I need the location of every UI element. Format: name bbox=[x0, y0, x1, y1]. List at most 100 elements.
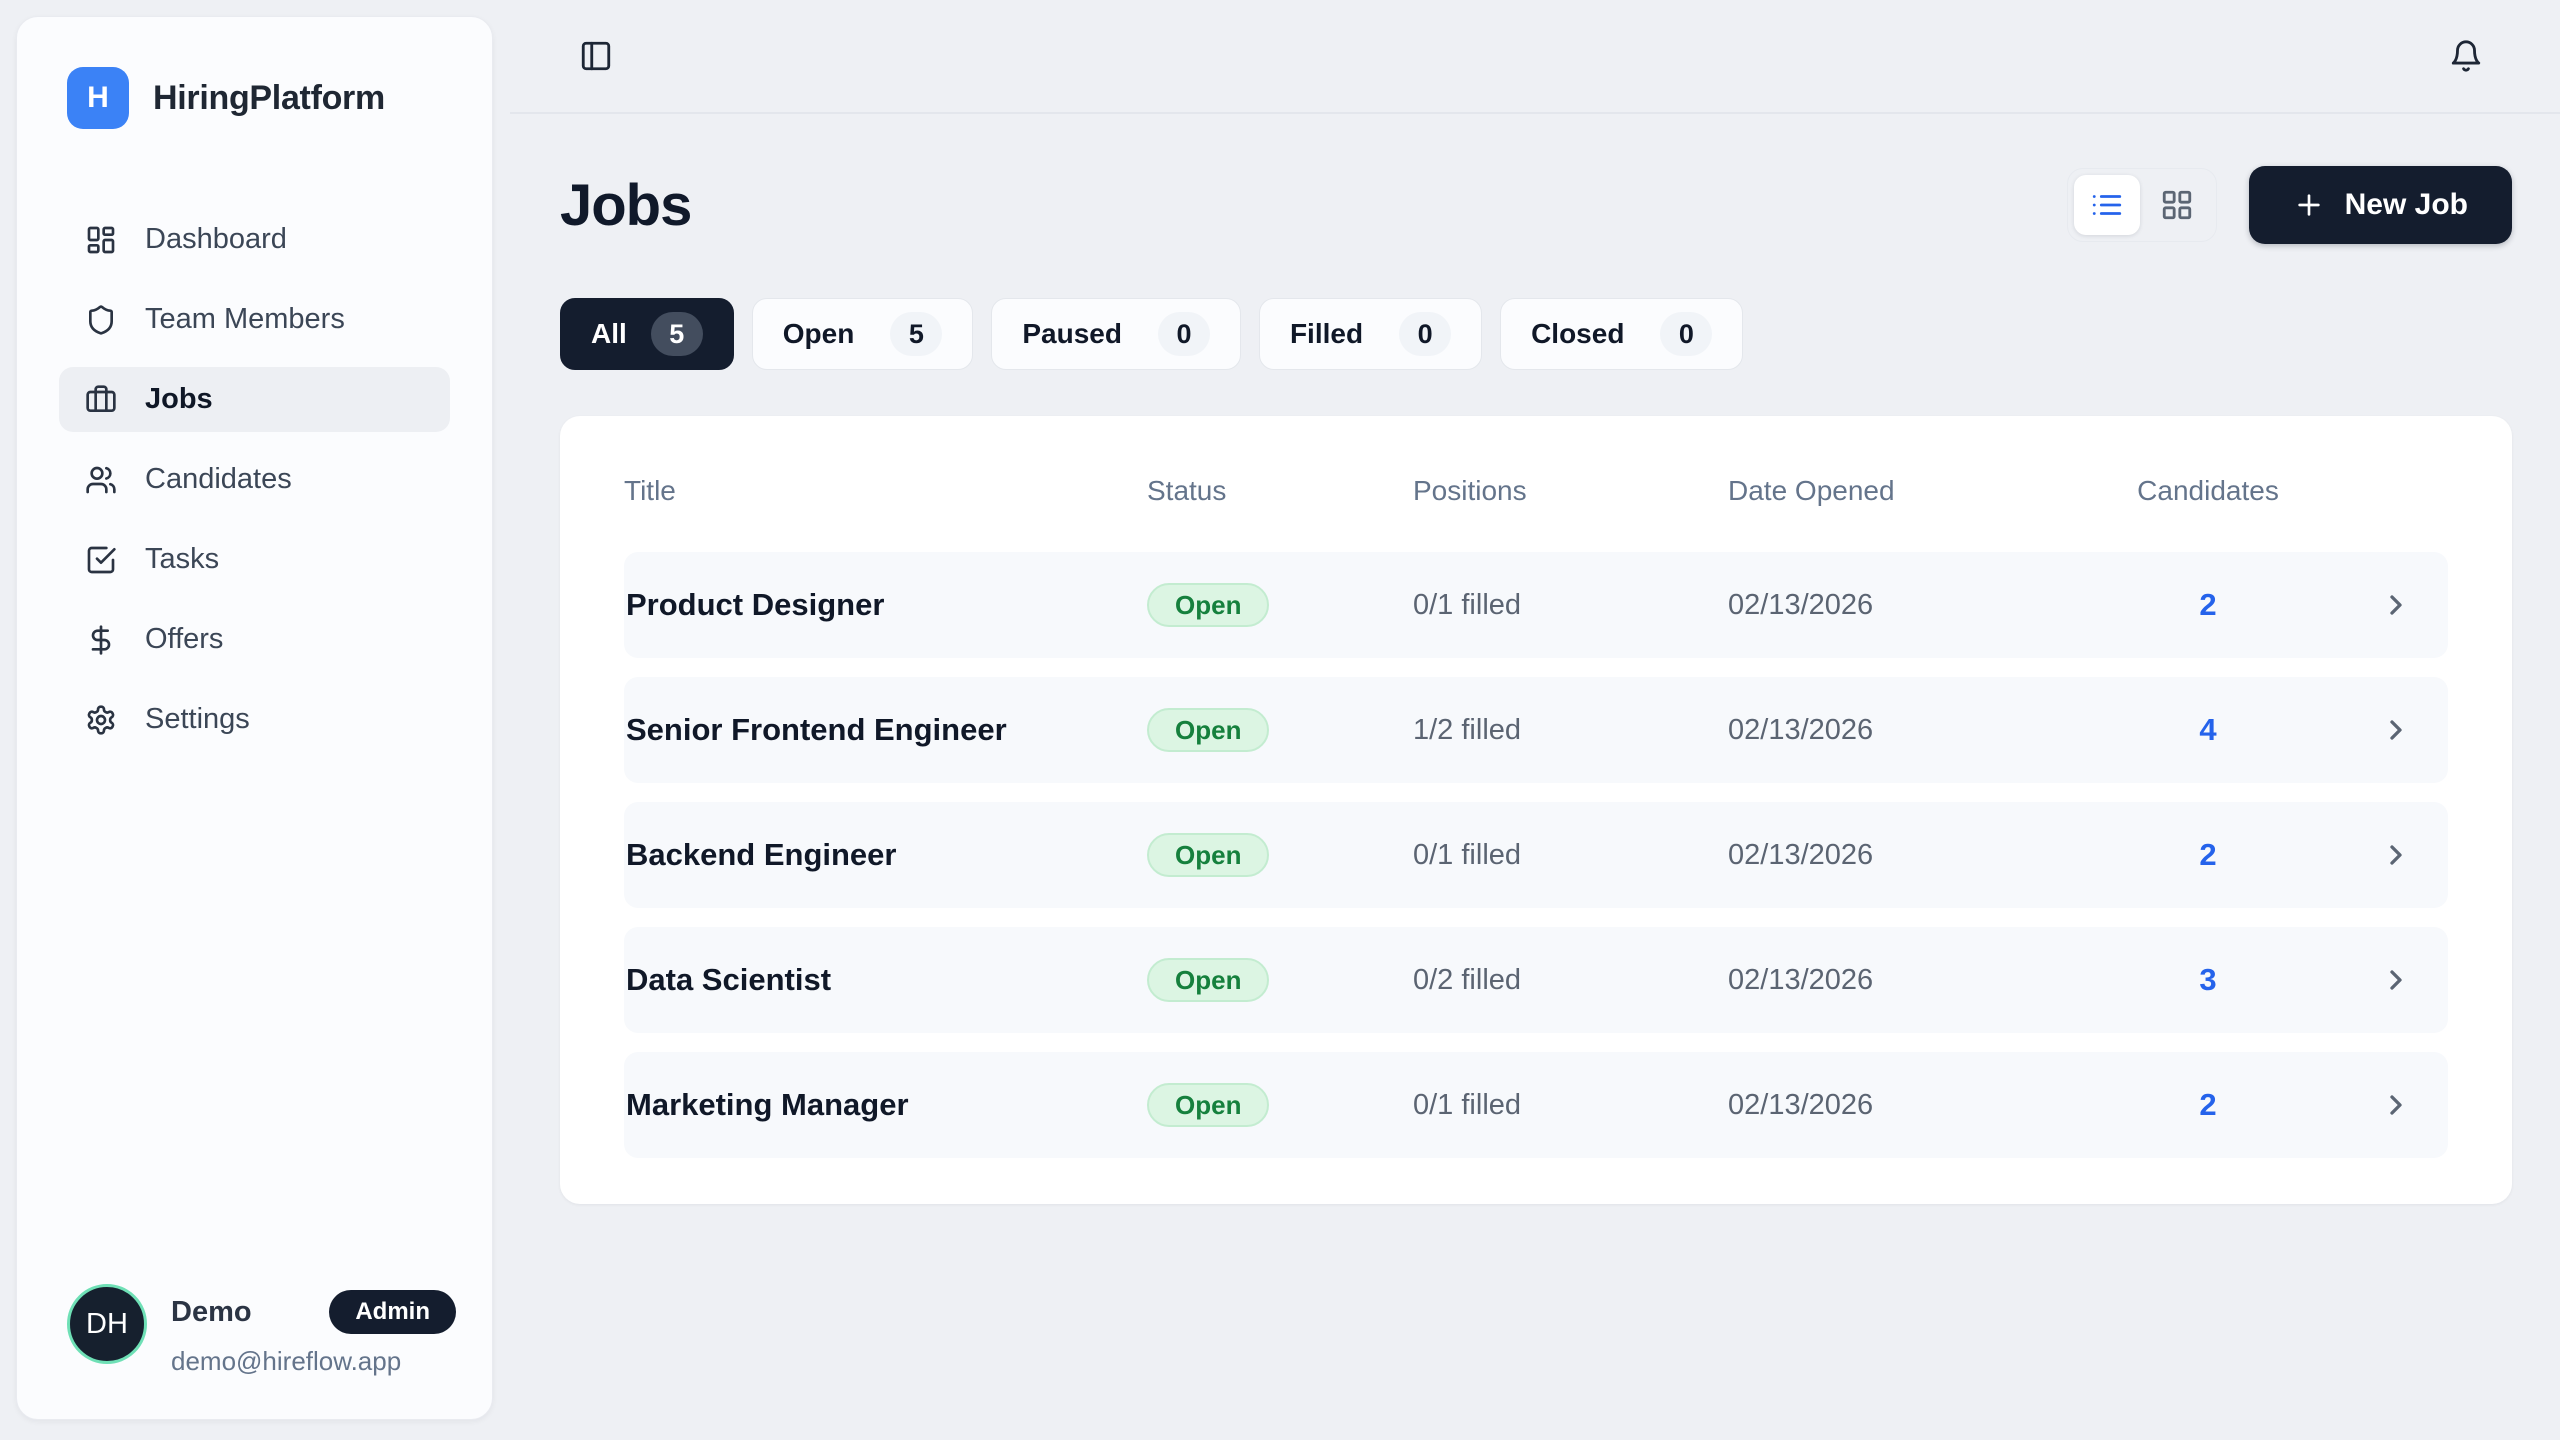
job-positions: 0/2 filled bbox=[1413, 964, 1728, 997]
list-view-button[interactable] bbox=[2074, 175, 2140, 235]
check-square-icon bbox=[85, 544, 117, 576]
job-candidates-count[interactable]: 2 bbox=[2108, 837, 2308, 873]
column-header-title: Title bbox=[624, 475, 1147, 507]
job-title: Backend Engineer bbox=[624, 837, 1147, 873]
filter-count-badge: 0 bbox=[1660, 312, 1712, 356]
plus-icon bbox=[2293, 189, 2325, 221]
user-info: Demo Admin demo@hireflow.app bbox=[171, 1284, 456, 1377]
sidebar-item-dashboard[interactable]: Dashboard bbox=[59, 207, 450, 272]
app-name: HiringPlatform bbox=[153, 79, 385, 118]
role-badge: Admin bbox=[329, 1290, 456, 1334]
table-row[interactable]: Product Designer Open 0/1 filled 02/13/2… bbox=[624, 552, 2448, 658]
bell-icon bbox=[2449, 39, 2483, 73]
sidebar-item-label: Jobs bbox=[145, 383, 213, 416]
filter-tab-all[interactable]: All 5 bbox=[560, 298, 734, 370]
job-date-opened: 02/13/2026 bbox=[1728, 714, 2108, 747]
avatar-initials: DH bbox=[86, 1308, 128, 1341]
table-header-row: Title Status Positions Date Opened Candi… bbox=[624, 456, 2448, 526]
job-title: Product Designer bbox=[624, 587, 1147, 623]
column-header-candidates: Candidates bbox=[2108, 475, 2308, 507]
status-badge: Open bbox=[1147, 583, 1269, 627]
sidebar-item-offers[interactable]: Offers bbox=[59, 607, 450, 672]
table-row[interactable]: Senior Frontend Engineer Open 1/2 filled… bbox=[624, 677, 2448, 783]
users-icon bbox=[85, 464, 117, 496]
list-icon bbox=[2090, 188, 2124, 222]
column-header-status: Status bbox=[1147, 475, 1413, 507]
job-positions: 0/1 filled bbox=[1413, 589, 1728, 622]
status-badge: Open bbox=[1147, 958, 1269, 1002]
table-row[interactable]: Marketing Manager Open 0/1 filled 02/13/… bbox=[624, 1052, 2448, 1158]
filter-tab-closed[interactable]: Closed 0 bbox=[1500, 298, 1743, 370]
job-candidates-count[interactable]: 2 bbox=[2108, 587, 2308, 623]
sidebar-nav: Dashboard Team Members Jobs Candidates T… bbox=[17, 207, 492, 752]
notifications-button[interactable] bbox=[2446, 36, 2486, 76]
chevron-right-icon[interactable] bbox=[2308, 589, 2448, 621]
job-date-opened: 02/13/2026 bbox=[1728, 839, 2108, 872]
status-badge: Open bbox=[1147, 833, 1269, 877]
chevron-right-icon[interactable] bbox=[2308, 714, 2448, 746]
app-logo: H bbox=[67, 67, 129, 129]
job-positions: 0/1 filled bbox=[1413, 839, 1728, 872]
sidebar-item-tasks[interactable]: Tasks bbox=[59, 527, 450, 592]
title-actions: New Job bbox=[2067, 166, 2512, 244]
sidebar-item-label: Offers bbox=[145, 623, 223, 656]
sidebar-item-label: Settings bbox=[145, 703, 250, 736]
filter-label: Paused bbox=[1022, 318, 1122, 350]
job-date-opened: 02/13/2026 bbox=[1728, 964, 2108, 997]
filter-count-badge: 5 bbox=[651, 312, 703, 356]
sidebar: H HiringPlatform Dashboard Team Members … bbox=[16, 16, 493, 1420]
user-email: demo@hireflow.app bbox=[171, 1346, 456, 1377]
shield-icon bbox=[85, 304, 117, 336]
new-job-button[interactable]: New Job bbox=[2249, 166, 2512, 244]
chevron-right-icon[interactable] bbox=[2308, 839, 2448, 871]
main-content: Jobs New Job All 5 Open 5 bbox=[510, 114, 2560, 1440]
job-candidates-count[interactable]: 2 bbox=[2108, 1087, 2308, 1123]
filter-label: Filled bbox=[1290, 318, 1363, 350]
filter-count-badge: 0 bbox=[1399, 312, 1451, 356]
table-row[interactable]: Data Scientist Open 0/2 filled 02/13/202… bbox=[624, 927, 2448, 1033]
briefcase-icon bbox=[85, 384, 117, 416]
filter-tab-filled[interactable]: Filled 0 bbox=[1259, 298, 1482, 370]
app-logo-letter: H bbox=[87, 81, 109, 115]
filter-count-badge: 5 bbox=[890, 312, 942, 356]
job-date-opened: 02/13/2026 bbox=[1728, 589, 2108, 622]
filter-tab-open[interactable]: Open 5 bbox=[752, 298, 974, 370]
job-date-opened: 02/13/2026 bbox=[1728, 1089, 2108, 1122]
filter-tab-paused[interactable]: Paused 0 bbox=[991, 298, 1241, 370]
dashboard-icon bbox=[85, 224, 117, 256]
filter-count-badge: 0 bbox=[1158, 312, 1210, 356]
chevron-right-icon[interactable] bbox=[2308, 1089, 2448, 1121]
grid-icon bbox=[2160, 188, 2194, 222]
sidebar-item-settings[interactable]: Settings bbox=[59, 687, 450, 752]
avatar: DH bbox=[67, 1284, 147, 1364]
user-name: Demo bbox=[171, 1296, 252, 1329]
job-candidates-count[interactable]: 4 bbox=[2108, 712, 2308, 748]
filter-label: All bbox=[591, 318, 627, 350]
sidebar-item-team-members[interactable]: Team Members bbox=[59, 287, 450, 352]
sidebar-item-jobs[interactable]: Jobs bbox=[59, 367, 450, 432]
sidebar-item-label: Candidates bbox=[145, 463, 292, 496]
job-title: Data Scientist bbox=[624, 962, 1147, 998]
grid-view-button[interactable] bbox=[2144, 175, 2210, 235]
status-badge: Open bbox=[1147, 1083, 1269, 1127]
job-candidates-count[interactable]: 3 bbox=[2108, 962, 2308, 998]
table-row[interactable]: Backend Engineer Open 0/1 filled 02/13/2… bbox=[624, 802, 2448, 908]
filter-label: Closed bbox=[1531, 318, 1624, 350]
sidebar-item-label: Tasks bbox=[145, 543, 219, 576]
sidebar-item-candidates[interactable]: Candidates bbox=[59, 447, 450, 512]
new-job-label: New Job bbox=[2345, 188, 2468, 222]
page-title: Jobs bbox=[560, 172, 691, 239]
filter-label: Open bbox=[783, 318, 855, 350]
view-toggle bbox=[2067, 168, 2217, 242]
job-positions: 1/2 filled bbox=[1413, 714, 1728, 747]
user-section[interactable]: DH Demo Admin demo@hireflow.app bbox=[17, 1284, 492, 1419]
panel-left-icon bbox=[579, 39, 613, 73]
status-badge: Open bbox=[1147, 708, 1269, 752]
job-positions: 0/1 filled bbox=[1413, 1089, 1728, 1122]
column-header-positions: Positions bbox=[1413, 475, 1728, 507]
gear-icon bbox=[85, 704, 117, 736]
job-title: Senior Frontend Engineer bbox=[624, 712, 1147, 748]
job-title: Marketing Manager bbox=[624, 1087, 1147, 1123]
sidebar-toggle-button[interactable] bbox=[576, 36, 616, 76]
chevron-right-icon[interactable] bbox=[2308, 964, 2448, 996]
